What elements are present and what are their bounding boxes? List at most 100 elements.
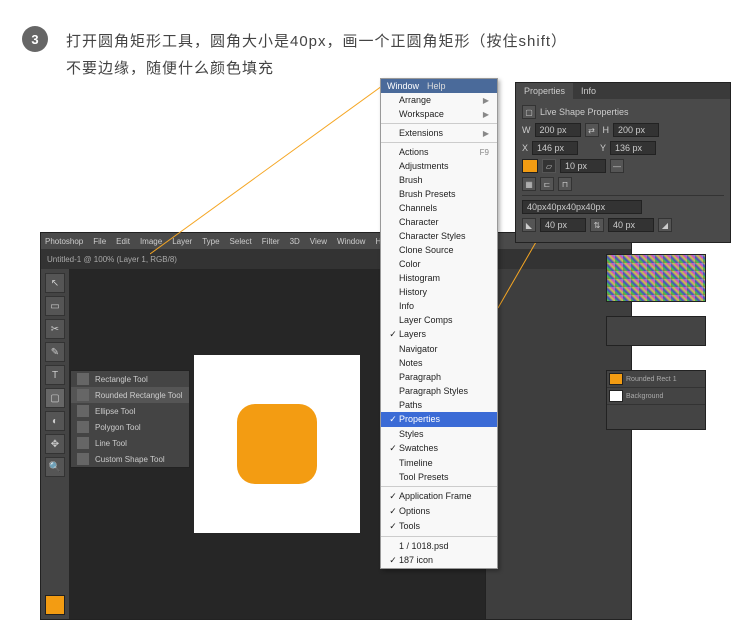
toolbar: ↖ ▭ ✂ ✎ T ▢ ◐ ✥ 🔍: [41, 269, 69, 619]
menu-item[interactable]: Character: [381, 215, 497, 229]
flyout-item[interactable]: Custom Shape Tool: [71, 451, 189, 467]
link-radii-icon[interactable]: ⇅: [590, 218, 604, 232]
flyout-item[interactable]: Rounded Rectangle Tool: [71, 387, 189, 403]
menu-item[interactable]: ActionsF9: [381, 145, 497, 159]
menu-item[interactable]: ✓Tools: [381, 519, 497, 534]
divider: [522, 195, 724, 196]
menu-item[interactable]: ✓Options: [381, 504, 497, 519]
layer-row[interactable]: Rounded Rect 1: [607, 371, 705, 388]
menu-item[interactable]: Brush Presets: [381, 187, 497, 201]
flyout-item[interactable]: Line Tool: [71, 435, 189, 451]
menu-item[interactable]: ✓187 icon: [381, 553, 497, 568]
menubar-item[interactable]: File: [93, 237, 106, 246]
stroke-corner-icon[interactable]: ⊓: [558, 177, 572, 191]
menu-item[interactable]: Extensions▶: [381, 126, 497, 140]
foreground-color-swatch[interactable]: [45, 595, 65, 615]
menubar-item[interactable]: Edit: [116, 237, 130, 246]
menu-item[interactable]: Arrange▶: [381, 93, 497, 107]
menu-head-window[interactable]: Window: [387, 81, 419, 91]
flyout-item[interactable]: Polygon Tool: [71, 419, 189, 435]
type-tool[interactable]: T: [45, 365, 65, 385]
menu-item[interactable]: ✓Application Frame: [381, 489, 497, 504]
menu-item[interactable]: Adjustments: [381, 159, 497, 173]
menu-item[interactable]: Styles: [381, 427, 497, 441]
rectangle-icon: [77, 373, 89, 385]
menu-head: Window Help: [381, 79, 497, 93]
canvas[interactable]: [194, 355, 360, 533]
flyout-item[interactable]: Rectangle Tool: [71, 371, 189, 387]
mini-properties-panel[interactable]: [606, 316, 706, 346]
hand-tool[interactable]: ✥: [45, 434, 65, 454]
gradient-tool[interactable]: ◐: [45, 411, 65, 431]
menu-separator: [381, 123, 497, 124]
radius-input-2[interactable]: 40 px: [608, 218, 654, 232]
live-shape-icon: ▢: [522, 105, 536, 119]
menu-item[interactable]: Timeline: [381, 456, 497, 470]
x-input[interactable]: 146 px: [532, 141, 578, 155]
layer-name: Rounded Rect 1: [626, 376, 677, 383]
panel-title-row: ▢ Live Shape Properties: [522, 105, 724, 119]
menu-item[interactable]: Info: [381, 299, 497, 313]
polygon-icon: [77, 421, 89, 433]
menu-item[interactable]: History: [381, 285, 497, 299]
menubar-item[interactable]: Photoshop: [45, 237, 83, 246]
flyout-item[interactable]: Ellipse Tool: [71, 403, 189, 419]
menu-item[interactable]: Workspace▶: [381, 107, 497, 121]
layer-name: Background: [626, 393, 663, 400]
rounded-rectangle-shape[interactable]: [237, 404, 317, 484]
brush-tool[interactable]: ✎: [45, 342, 65, 362]
move-tool[interactable]: ↖: [45, 273, 65, 293]
pointer-line-1: [150, 86, 390, 256]
menu-item[interactable]: ✓Properties: [381, 412, 497, 427]
stroke-align-icon[interactable]: ▦: [522, 177, 536, 191]
stroke-width-input[interactable]: 10 px: [560, 159, 606, 173]
tab-properties[interactable]: Properties: [516, 83, 573, 99]
menu-item[interactable]: Histogram: [381, 271, 497, 285]
menu-item[interactable]: Paths: [381, 398, 497, 412]
properties-panel: Properties Info ▢ Live Shape Properties …: [515, 82, 731, 243]
menu-item[interactable]: Character Styles: [381, 229, 497, 243]
menu-item[interactable]: Layer Comps: [381, 313, 497, 327]
custom-shape-icon: [77, 453, 89, 465]
menu-head-help[interactable]: Help: [427, 81, 446, 91]
width-label: W: [522, 125, 531, 135]
menu-item[interactable]: Channels: [381, 201, 497, 215]
shape-tool[interactable]: ▢: [45, 388, 65, 408]
stroke-cap-icon[interactable]: ⊏: [540, 177, 554, 191]
menu-item[interactable]: ✓Layers: [381, 327, 497, 342]
swatches-panel[interactable]: [606, 254, 706, 302]
height-label: H: [603, 125, 610, 135]
menu-item[interactable]: Paragraph: [381, 370, 497, 384]
fill-swatch[interactable]: [522, 159, 538, 173]
menu-item[interactable]: ✓Swatches: [381, 441, 497, 456]
stroke-style-icon[interactable]: —: [610, 159, 624, 173]
menu-item[interactable]: Clone Source: [381, 243, 497, 257]
radii-readout[interactable]: 40px40px40px40px: [522, 200, 642, 214]
window-menu-dropdown: Window Help Arrange▶Workspace▶ Extensions…: [380, 78, 498, 569]
menu-item[interactable]: Brush: [381, 173, 497, 187]
layer-thumb: [609, 373, 623, 385]
menu-separator: [381, 486, 497, 487]
corner-tr-icon: ◢: [658, 218, 672, 232]
y-input[interactable]: 136 px: [610, 141, 656, 155]
stroke-swatch[interactable]: ▱: [542, 159, 556, 173]
marquee-tool[interactable]: ▭: [45, 296, 65, 316]
menu-item[interactable]: Notes: [381, 356, 497, 370]
layer-row[interactable]: Background: [607, 388, 705, 405]
link-wh-icon[interactable]: ⇄: [585, 123, 599, 137]
menu-item[interactable]: Tool Presets: [381, 470, 497, 484]
menu-item[interactable]: Navigator: [381, 342, 497, 356]
layer-thumb: [609, 390, 623, 402]
y-label: Y: [600, 143, 606, 153]
zoom-tool[interactable]: 🔍: [45, 457, 65, 477]
tab-info[interactable]: Info: [573, 83, 604, 99]
menu-item[interactable]: Color: [381, 257, 497, 271]
x-label: X: [522, 143, 528, 153]
width-input[interactable]: 200 px: [535, 123, 581, 137]
menu-item[interactable]: Paragraph Styles: [381, 384, 497, 398]
menu-item[interactable]: 1 / 1018.psd: [381, 539, 497, 553]
crop-tool[interactable]: ✂: [45, 319, 65, 339]
radius-input-1[interactable]: 40 px: [540, 218, 586, 232]
height-input[interactable]: 200 px: [613, 123, 659, 137]
shape-tool-flyout: Rectangle Tool Rounded Rectangle Tool El…: [70, 370, 190, 468]
